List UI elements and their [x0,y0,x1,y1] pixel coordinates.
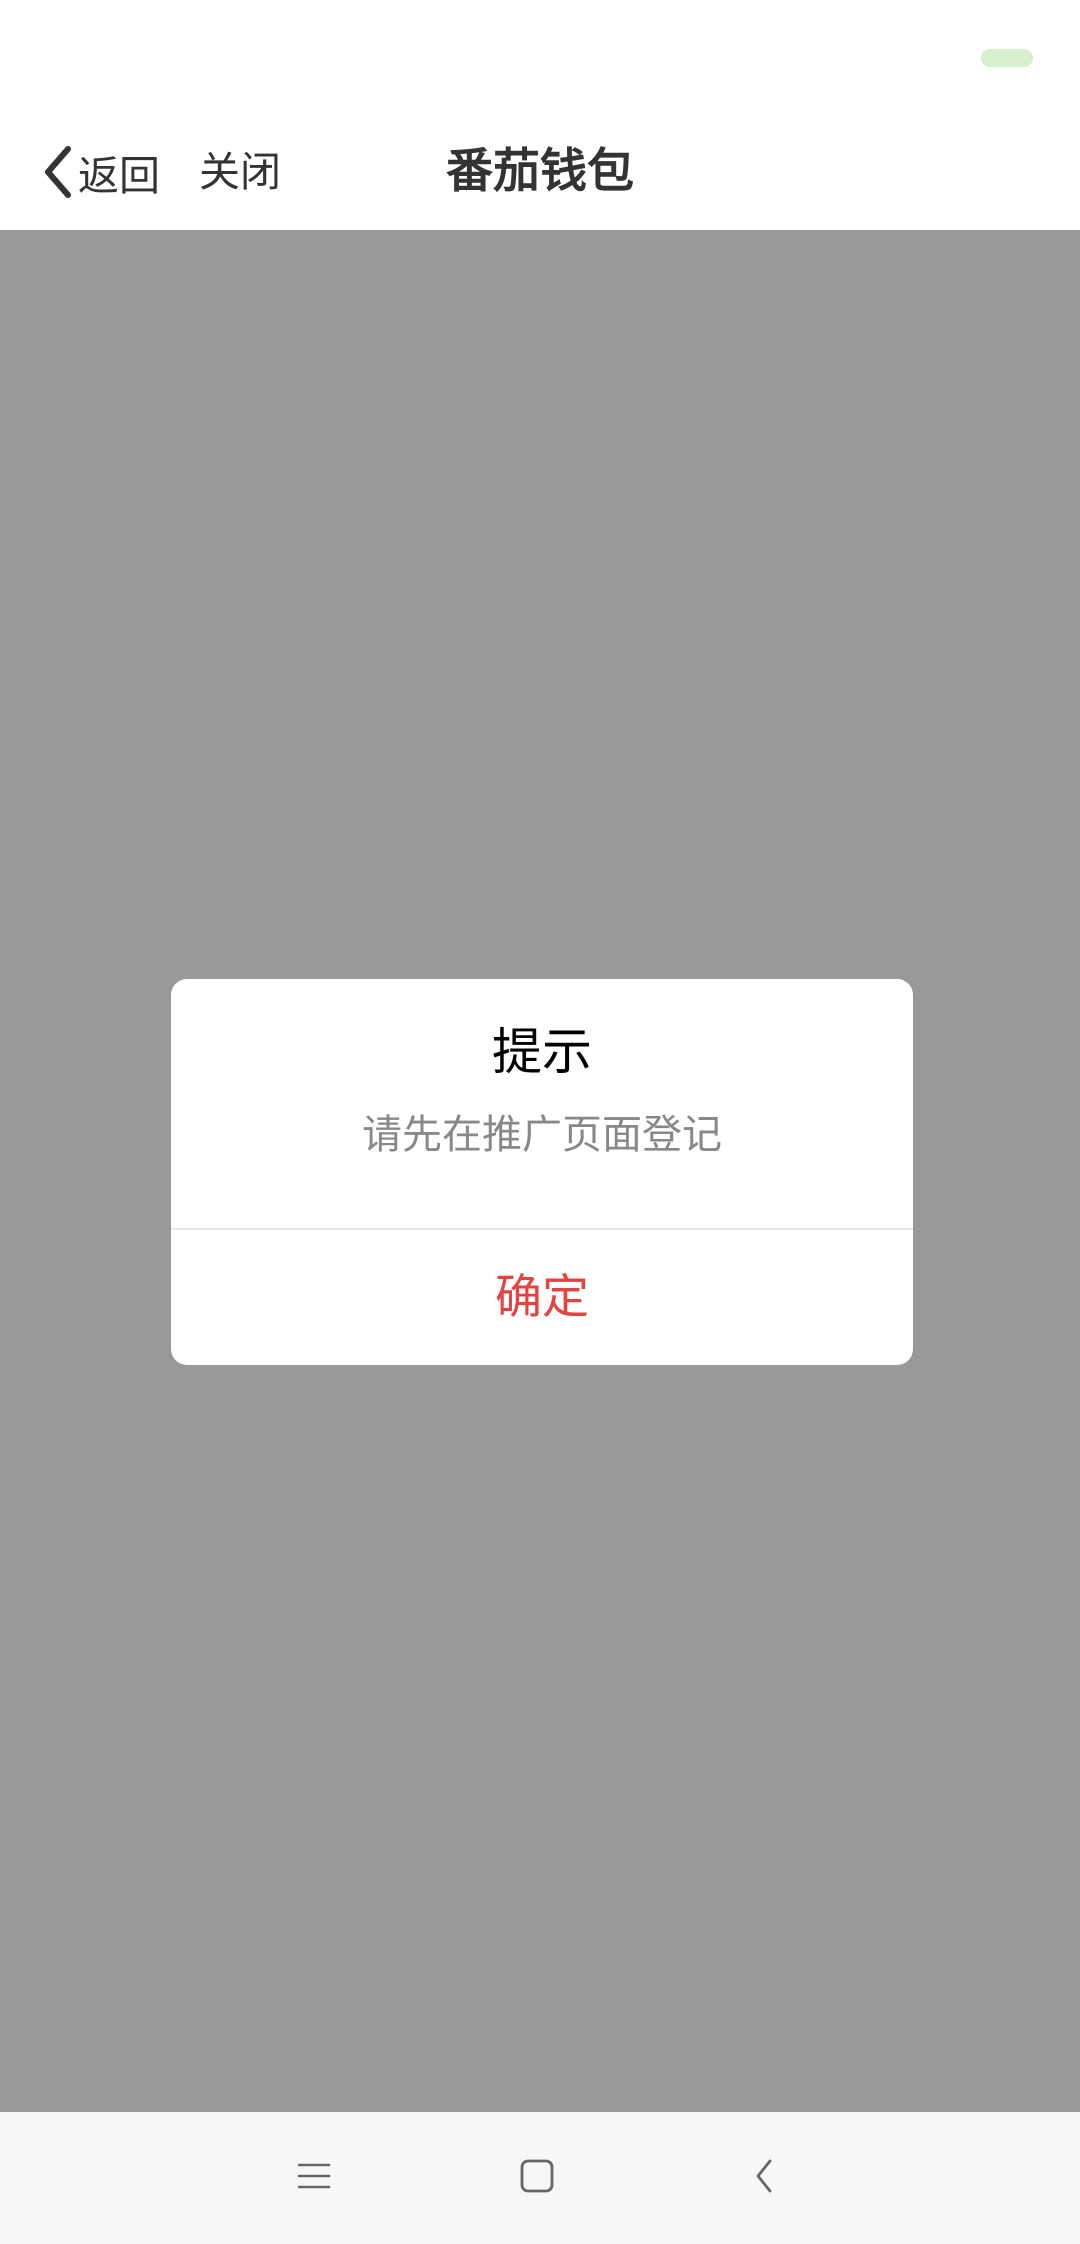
back-label: 返回 [78,152,160,200]
chevron-left-icon [40,144,74,200]
home-icon [519,2158,555,2198]
close-button[interactable]: 关闭 [199,140,281,204]
back-icon [746,2158,782,2198]
back-button[interactable]: 返回 [40,140,160,204]
alert-dialog: 提示 请先在推广页面登记 确定 [171,979,913,1365]
system-nav-bar [0,2112,1080,2244]
dialog-message: 请先在推广页面登记 [362,1112,722,1158]
phone-screen: 返回 关闭 番茄钱包 提示 请先在推广页面登记 确定 [0,0,1080,2244]
confirm-button[interactable]: 确定 [171,1230,913,1365]
dialog-title: 提示 [492,1023,592,1081]
page-title: 番茄钱包 [446,144,634,199]
top-nav-bar: 返回 关闭 番茄钱包 [0,115,1080,230]
menu-button[interactable] [278,2142,350,2214]
system-back-button[interactable] [728,2142,800,2214]
menu-icon [296,2158,332,2198]
battery-indicator-icon [981,49,1033,67]
status-bar [0,0,1080,115]
home-button[interactable] [501,2142,573,2214]
